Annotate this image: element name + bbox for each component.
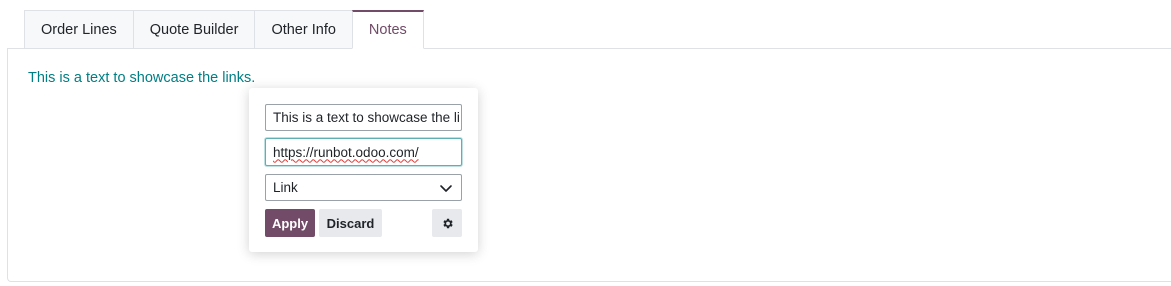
page: Order Lines Quote Builder Other Info Not… — [0, 0, 1171, 286]
discard-button[interactable]: Discard — [319, 209, 382, 237]
tab-bar: Order Lines Quote Builder Other Info Not… — [24, 10, 424, 49]
link-type-selected: Link — [273, 180, 298, 195]
tab-quote-builder[interactable]: Quote Builder — [132, 10, 255, 49]
apply-button[interactable]: Apply — [265, 209, 315, 237]
link-type-select[interactable]: Link — [265, 174, 462, 201]
link-label-input[interactable]: This is a text to showcase the li — [265, 104, 462, 131]
link-url-input[interactable]: https://runbot.odoo.com/ — [265, 138, 462, 166]
chevron-down-icon — [440, 184, 452, 192]
tab-other-info[interactable]: Other Info — [254, 10, 352, 49]
link-popover: This is a text to showcase the li https:… — [249, 88, 478, 252]
notes-link-text[interactable]: This is a text to showcase the links. — [28, 70, 255, 86]
settings-button[interactable] — [432, 209, 462, 237]
tab-notes[interactable]: Notes — [351, 10, 424, 49]
link-label-value: This is a text to showcase the li — [273, 110, 460, 125]
link-url-value: https://runbot.odoo.com/ — [273, 144, 419, 160]
tab-order-lines[interactable]: Order Lines — [24, 10, 133, 49]
gear-icon — [442, 218, 453, 228]
